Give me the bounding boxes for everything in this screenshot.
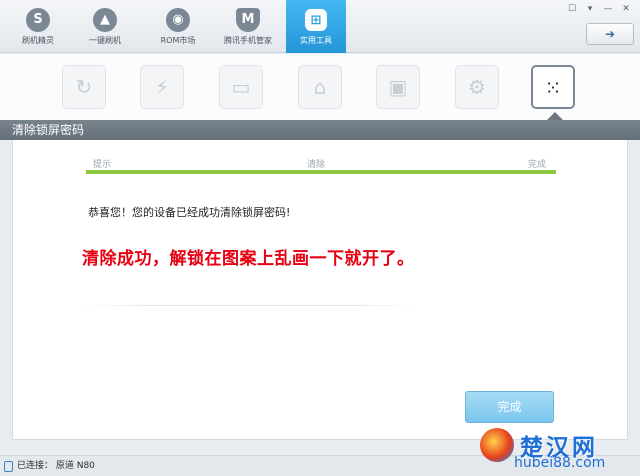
nav-item-label: 腾讯手机管家	[224, 36, 272, 45]
shield-icon: M	[236, 8, 260, 32]
nav-item-tencent-phone-manager[interactable]: M 腾讯手机管家	[218, 0, 278, 53]
success-message: 恭喜您！您的设备已经成功清除锁屏密码!	[88, 206, 291, 219]
nav-item-label: 刷机精灵	[22, 36, 54, 45]
cursor-icon: ▲	[93, 8, 117, 32]
back-button[interactable]: ➜	[586, 23, 634, 45]
red-annotation-text: 清除成功，解锁在图案上乱画一下就开了。	[82, 249, 415, 269]
divider	[80, 305, 418, 306]
nav-item-rom-market[interactable]: ◉ ROM市场	[148, 0, 208, 53]
nav-item-label: ROM市场	[160, 36, 196, 45]
android-box-icon[interactable]: ⌂	[298, 65, 342, 109]
gears-icon[interactable]: ⚙	[455, 65, 499, 109]
watermark-logo-icon	[480, 428, 514, 462]
s-logo-icon: S	[26, 8, 50, 32]
menu-icon[interactable]: ▾	[582, 2, 598, 16]
minimize-icon[interactable]: —	[600, 2, 616, 16]
window-controls: ☐ ▾ — ✕	[564, 2, 634, 16]
progress-bar	[86, 170, 556, 174]
refresh-icon[interactable]: ↻	[62, 65, 106, 109]
tool-strip: ↻ ⚡ ▭ ⌂ ▣ ⚙ ⁙	[0, 54, 640, 121]
nav-item-shuaji-jingling[interactable]: S 刷机精灵	[8, 0, 68, 53]
nav-item-one-click-flash[interactable]: ▲ 一键刷机	[75, 0, 135, 53]
skin-icon[interactable]: ☐	[564, 2, 580, 16]
tools-grid-icon: ⊞	[305, 9, 327, 31]
done-button[interactable]: 完成	[465, 391, 554, 423]
close-icon[interactable]: ✕	[618, 2, 634, 16]
connection-status: 已连接： 原道 N80	[17, 461, 95, 471]
phone-icon	[4, 461, 13, 472]
nav-item-label: 一键刷机	[89, 36, 121, 45]
tablet-icon[interactable]: ▭	[219, 65, 263, 109]
step-label-done: 完成	[528, 160, 547, 170]
top-navigation-bar: S 刷机精灵 ▲ 一键刷机 ◉ ROM市场 M 腾讯手机管家 ⊞ 实用工具 ☐ …	[0, 0, 640, 53]
android-icon: ◉	[166, 8, 190, 32]
active-tool-pointer	[547, 112, 563, 120]
pattern-lock-icon[interactable]: ⁙	[531, 65, 575, 109]
nav-item-utility-tools[interactable]: ⊞ 实用工具	[286, 0, 346, 53]
watermark-url: hubei88.com	[514, 455, 606, 471]
section-title: 清除锁屏密码	[0, 120, 640, 140]
step-label-clear: 清除	[307, 160, 326, 170]
step-label-prompt: 提示	[93, 160, 112, 170]
nav-item-label: 实用工具	[300, 36, 332, 45]
flash-icon[interactable]: ⚡	[140, 65, 184, 109]
android-chip-icon[interactable]: ▣	[376, 65, 420, 109]
